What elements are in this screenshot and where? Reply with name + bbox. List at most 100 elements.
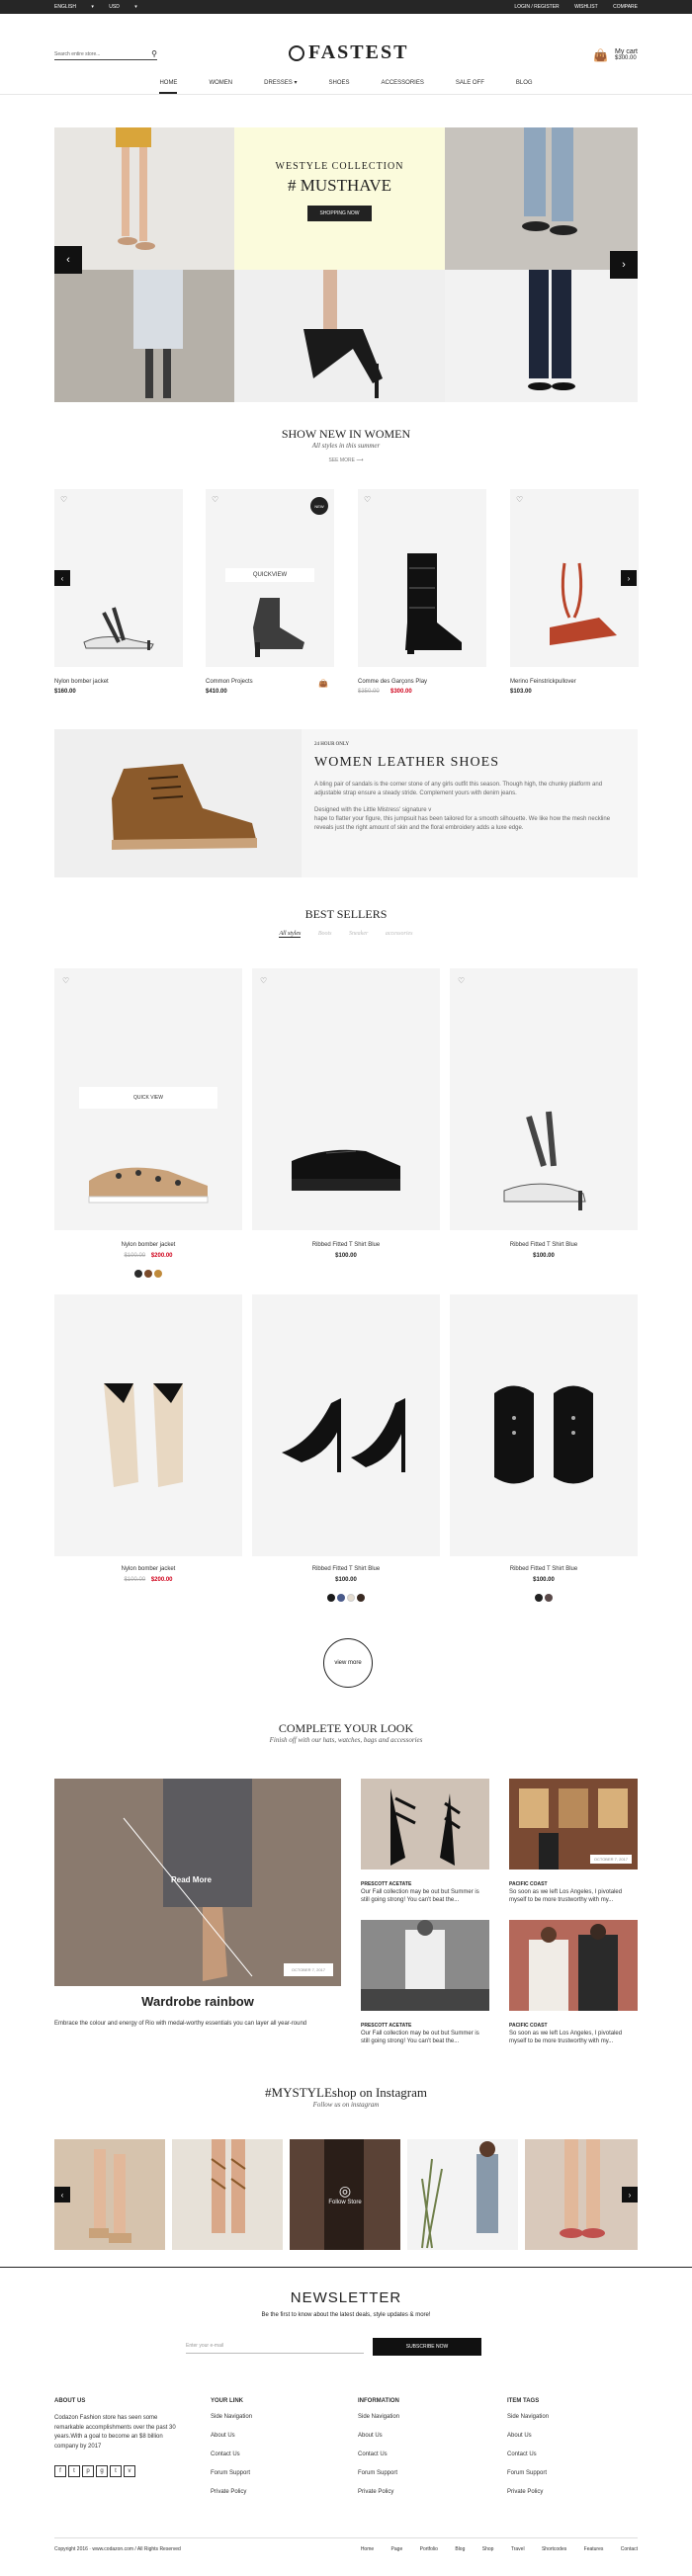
bestseller-card-5[interactable] <box>252 1294 440 1556</box>
footer-link[interactable]: Private Policy <box>358 2489 399 2495</box>
bottom-link-home[interactable]: Home <box>361 2546 374 2552</box>
bottom-link-shop[interactable]: Shop <box>482 2546 494 2552</box>
heart-icon[interactable]: ♡ <box>62 976 69 985</box>
instagram-photo-4[interactable] <box>407 2139 518 2250</box>
tab-accessories[interactable]: accessories <box>386 931 413 937</box>
bestseller-card-6[interactable] <box>450 1294 638 1556</box>
logo[interactable]: FASTEST <box>289 42 408 64</box>
swatch[interactable] <box>154 1270 162 1278</box>
product-card-4[interactable]: ♡ <box>510 489 639 667</box>
see-more-link[interactable]: SEE MORE ⟶ <box>0 457 692 463</box>
carousel-next-button[interactable]: › <box>621 570 637 586</box>
swatch[interactable] <box>327 1594 335 1602</box>
follow-store-overlay[interactable]: ◎ Follow Store <box>290 2183 400 2205</box>
footer-link[interactable]: Side Navigation <box>507 2414 549 2420</box>
bottom-link-blog[interactable]: Blog <box>455 2546 465 2552</box>
product-name[interactable]: Nylon bomber jacket <box>54 679 109 685</box>
bestseller-card-3[interactable]: ♡ <box>450 968 638 1230</box>
nav-women[interactable]: WOMEN <box>209 73 232 94</box>
product-name[interactable]: Ribbed Fitted T Shirt Blue <box>450 1566 638 1572</box>
facebook-icon[interactable]: f <box>54 2465 66 2478</box>
post-title[interactable]: PACIFIC COAST <box>509 2023 548 2029</box>
product-name[interactable]: Ribbed Fitted T Shirt Blue <box>252 1566 440 1572</box>
footer-link[interactable]: Forum Support <box>358 2470 399 2476</box>
footer-link[interactable]: Side Navigation <box>358 2414 399 2420</box>
look-main-image[interactable]: Read More OCTOBER 7, 2017 <box>54 1779 341 1986</box>
bottom-link-contact[interactable]: Contact <box>621 2546 638 2552</box>
compare-link[interactable]: COMPARE <box>613 4 638 10</box>
hero-prev-button[interactable]: ‹ <box>54 246 82 274</box>
look-post-image-2[interactable]: OCTOBER 7, 2017 <box>509 1779 638 1870</box>
quickview-button[interactable]: QUICK VIEW <box>79 1087 217 1109</box>
login-link[interactable]: LOGIN / REGISTER <box>514 4 559 10</box>
product-card-3[interactable]: ♡ <box>358 489 486 667</box>
currency-select[interactable]: USD ▾ <box>109 4 136 10</box>
heart-icon[interactable]: ♡ <box>260 976 267 985</box>
instagram-next-button[interactable]: › <box>622 2187 638 2202</box>
pinterest-icon[interactable]: p <box>82 2465 94 2478</box>
product-name[interactable]: Common Projects <box>206 679 253 685</box>
tab-boots[interactable]: Boots <box>318 931 332 937</box>
swatch[interactable] <box>337 1594 345 1602</box>
footer-link[interactable]: About Us <box>358 2433 399 2439</box>
tumblr-icon[interactable]: t <box>110 2465 122 2478</box>
bestseller-card-4[interactable] <box>54 1294 242 1556</box>
footer-link[interactable]: Private Policy <box>211 2489 252 2495</box>
product-card-1[interactable]: ♡ <box>54 489 183 667</box>
swatch[interactable] <box>535 1594 543 1602</box>
bottom-link-shortcodes[interactable]: Shortcodes <box>542 2546 566 2552</box>
product-name[interactable]: Nylon bomber jacket <box>54 1242 242 1248</box>
instagram-photo-2[interactable] <box>172 2139 283 2250</box>
product-name[interactable]: Nylon bomber jacket <box>54 1566 242 1572</box>
swatch[interactable] <box>357 1594 365 1602</box>
nav-blog[interactable]: BLOG <box>516 73 533 94</box>
subscribe-button[interactable]: SUBSCRIBE NOW <box>373 2338 481 2356</box>
instagram-photo-3[interactable]: ◎ Follow Store <box>290 2139 400 2250</box>
post-title[interactable]: PACIFIC COAST <box>509 1881 548 1887</box>
cart-icon[interactable]: 👜 <box>318 679 328 688</box>
instagram-photo-1[interactable] <box>54 2139 165 2250</box>
read-more-link[interactable]: Read More <box>171 1875 212 1884</box>
product-card-2[interactable]: ♡ NEW QUICKVIEW <box>206 489 334 667</box>
footer-link[interactable]: Forum Support <box>211 2470 252 2476</box>
footer-link[interactable]: About Us <box>211 2433 252 2439</box>
footer-link[interactable]: Contact Us <box>211 2451 252 2457</box>
heart-icon[interactable]: ♡ <box>212 495 218 504</box>
nav-dresses[interactable]: DRESSES ▾ <box>264 73 297 94</box>
bottom-link-page[interactable]: Page <box>391 2546 403 2552</box>
look-post-image-1[interactable] <box>361 1779 489 1870</box>
footer-link[interactable]: Forum Support <box>507 2470 549 2476</box>
cart[interactable]: 👜 My cart $300.00 <box>593 48 638 62</box>
footer-link[interactable]: Contact Us <box>507 2451 549 2457</box>
swatch[interactable] <box>545 1594 553 1602</box>
nav-accessories[interactable]: ACCESSORIES <box>382 73 424 94</box>
product-name[interactable]: Ribbed Fitted T Shirt Blue <box>252 1242 440 1248</box>
language-select[interactable]: ENGLISH ▾ <box>54 4 94 10</box>
swatch[interactable] <box>134 1270 142 1278</box>
bottom-link-portfolio[interactable]: Portfolio <box>420 2546 438 2552</box>
nav-sale-off[interactable]: SALE OFF <box>456 73 484 94</box>
look-main-caption[interactable]: Wardrobe rainbow <box>54 1994 341 2009</box>
instagram-prev-button[interactable]: ‹ <box>54 2187 70 2202</box>
product-name[interactable]: Merino Feinstrickpullover <box>510 679 576 685</box>
footer-link[interactable]: Side Navigation <box>211 2414 252 2420</box>
twitter-icon[interactable]: t <box>68 2465 80 2478</box>
bestseller-card-2[interactable]: ♡ <box>252 968 440 1230</box>
wishlist-link[interactable]: WISHLIST <box>574 4 598 10</box>
footer-link[interactable]: About Us <box>507 2433 549 2439</box>
quickview-button[interactable]: QUICKVIEW <box>225 568 314 582</box>
bottom-link-travel[interactable]: Travel <box>511 2546 525 2552</box>
vimeo-icon[interactable]: v <box>124 2465 135 2478</box>
newsletter-email-input[interactable]: Enter your e-mail <box>186 2343 364 2354</box>
instagram-photo-5[interactable] <box>525 2139 638 2250</box>
post-title[interactable]: PRESCOTT ACETATE <box>361 2023 411 2029</box>
hero-next-button[interactable]: › <box>610 251 638 279</box>
product-name[interactable]: Comme des Garçons Play <box>358 679 427 685</box>
heart-icon[interactable]: ♡ <box>60 495 67 504</box>
post-title[interactable]: PRESCOTT ACETATE <box>361 1881 411 1887</box>
heart-icon[interactable]: ♡ <box>364 495 371 504</box>
tab-all-styles[interactable]: All styles <box>279 931 302 938</box>
carousel-prev-button[interactable]: ‹ <box>54 570 70 586</box>
look-post-image-3[interactable] <box>361 1920 489 2011</box>
footer-link[interactable]: Private Policy <box>507 2489 549 2495</box>
